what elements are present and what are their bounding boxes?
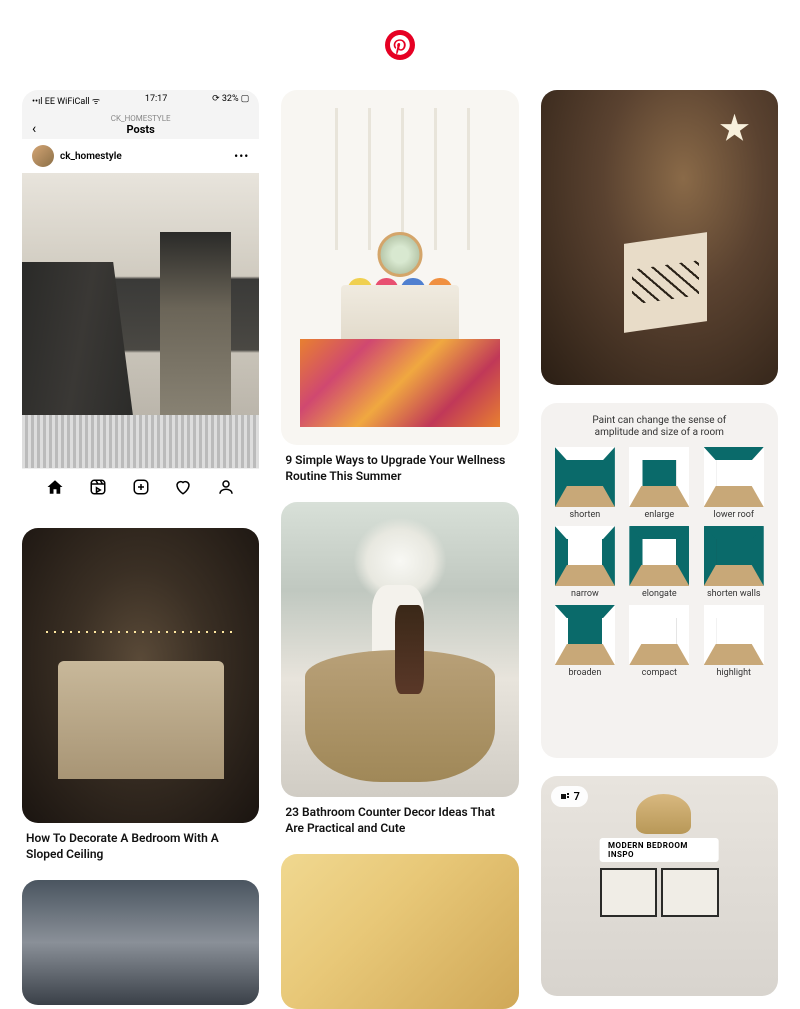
pin-image xyxy=(281,90,518,445)
reels-icon xyxy=(88,477,108,497)
info-label: broaden xyxy=(568,668,601,678)
pin-image xyxy=(281,502,518,797)
grid-column-3: Paint can change the sense of amplitude … xyxy=(541,90,778,1009)
info-label: highlight xyxy=(717,668,752,678)
ig-post-header: ck_homestyle ••• xyxy=(22,139,259,173)
ig-back-icon: ‹ xyxy=(32,121,36,137)
overlay-text: MODERN BEDROOM INSPO xyxy=(600,838,719,862)
pin-image xyxy=(281,854,518,1009)
info-label: lower roof xyxy=(714,510,755,520)
pin-card[interactable]: ••ıl EE WiFiCall ᯤ 17:17 ⟳ 32% ▢ ‹ CK_HO… xyxy=(22,90,259,510)
pin-image: Paint can change the sense of amplitude … xyxy=(541,403,778,758)
grid-column-2: 9 Simple Ways to Upgrade Your Wellness R… xyxy=(281,90,518,1009)
pin-card[interactable]: How To Decorate A Bedroom With A Sloped … xyxy=(22,528,259,862)
info-label: elongate xyxy=(642,589,677,599)
info-label: narrow xyxy=(571,589,599,599)
heart-icon xyxy=(173,477,193,497)
info-label: shorten walls xyxy=(707,589,761,599)
grid-column-1: ••ıl EE WiFiCall ᯤ 17:17 ⟳ 32% ▢ ‹ CK_HO… xyxy=(22,90,259,1009)
ig-status-battery: ⟳ 32% ▢ xyxy=(212,94,249,107)
pin-card[interactable] xyxy=(281,854,518,1009)
ig-user: ck_homestyle xyxy=(32,145,122,167)
pin-title: 23 Bathroom Counter Decor Ideas That Are… xyxy=(281,805,518,836)
ig-status-time: 17:17 xyxy=(145,94,167,107)
ig-nav-bar xyxy=(22,468,259,505)
info-label: compact xyxy=(642,668,677,678)
collection-count: 7 xyxy=(574,790,580,803)
more-icon: ••• xyxy=(234,149,249,163)
avatar xyxy=(32,145,54,167)
profile-icon xyxy=(216,477,236,497)
pin-image xyxy=(541,90,778,385)
ig-header: ‹ CK_HOMESTYLE Posts xyxy=(22,111,259,139)
ig-status-bar: ••ıl EE WiFiCall ᯤ 17:17 ⟳ 32% ▢ xyxy=(22,90,259,111)
ig-status-carrier: ••ıl EE WiFiCall ᯤ xyxy=(32,94,100,107)
pin-card[interactable] xyxy=(541,90,778,385)
pin-image: 7 MODERN BEDROOM INSPO xyxy=(541,776,778,996)
pin-image: ••ıl EE WiFiCall ᯤ 17:17 ⟳ 32% ▢ ‹ CK_HO… xyxy=(22,90,259,510)
pin-title: How To Decorate A Bedroom With A Sloped … xyxy=(22,831,259,862)
pinterest-icon xyxy=(390,35,410,55)
pin-card[interactable]: 7 MODERN BEDROOM INSPO xyxy=(541,776,778,996)
ig-username: ck_homestyle xyxy=(60,151,122,162)
collection-icon xyxy=(559,791,571,803)
ig-account-name: CK_HOMESTYLE xyxy=(22,114,259,123)
pin-card[interactable]: 9 Simple Ways to Upgrade Your Wellness R… xyxy=(281,90,518,484)
app-header xyxy=(0,0,800,90)
pin-title: 9 Simple Ways to Upgrade Your Wellness R… xyxy=(281,453,518,484)
add-icon xyxy=(131,477,151,497)
ig-post-image xyxy=(22,173,259,468)
infographic-grid: shorten enlarge lower roof narrow elonga… xyxy=(551,447,768,678)
pin-card[interactable]: 23 Bathroom Counter Decor Ideas That Are… xyxy=(281,502,518,836)
pin-card[interactable] xyxy=(22,880,259,1005)
pin-image xyxy=(22,880,259,1005)
info-label: enlarge xyxy=(645,510,675,520)
infographic-title: Paint can change the sense of amplitude … xyxy=(551,413,768,447)
pinterest-logo[interactable] xyxy=(385,30,415,60)
ig-page-title: Posts xyxy=(22,123,259,136)
collection-badge: 7 xyxy=(551,786,588,807)
pin-image xyxy=(22,528,259,823)
pin-grid: ••ıl EE WiFiCall ᯤ 17:17 ⟳ 32% ▢ ‹ CK_HO… xyxy=(0,90,800,1009)
home-icon xyxy=(45,477,65,497)
pin-card[interactable]: Paint can change the sense of amplitude … xyxy=(541,403,778,758)
info-label: shorten xyxy=(570,510,601,520)
